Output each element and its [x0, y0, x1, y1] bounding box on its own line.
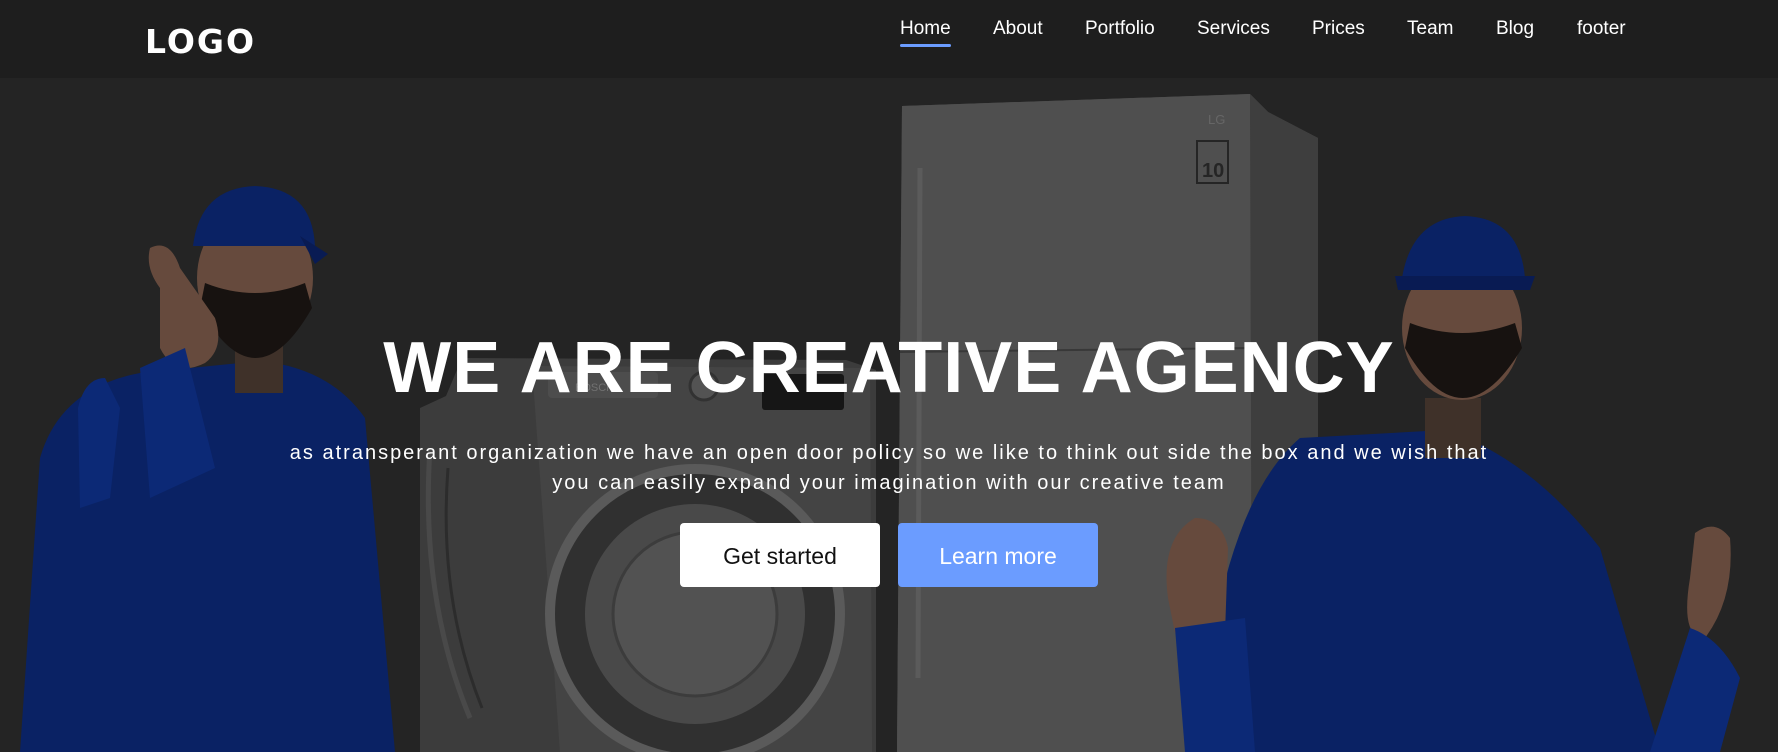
hero-dark-overlay	[0, 78, 1778, 752]
nav-item-about[interactable]: About	[993, 17, 1043, 41]
nav-item-prices[interactable]: Prices	[1312, 17, 1365, 41]
navbar: LOGO Home About Portfolio Services Price…	[0, 0, 1778, 78]
main-nav: Home About Portfolio Services Prices Tea…	[0, 0, 1778, 78]
nav-item-portfolio[interactable]: Portfolio	[1085, 17, 1155, 41]
get-started-button[interactable]: Get started	[680, 523, 880, 587]
nav-item-team[interactable]: Team	[1407, 17, 1453, 41]
nav-item-services[interactable]: Services	[1197, 17, 1270, 41]
nav-item-footer[interactable]: footer	[1577, 17, 1626, 41]
nav-item-home[interactable]: Home	[900, 17, 951, 47]
hero-section: LG 10 BOSCH WE ARE CREATIVE AGENCY as at…	[0, 78, 1778, 752]
hero-subtitle: as atransperant organization we have an …	[289, 442, 1489, 494]
hero-title: WE ARE CREATIVE AGENCY	[383, 328, 1395, 408]
learn-more-button[interactable]: Learn more	[898, 523, 1098, 587]
nav-item-blog[interactable]: Blog	[1496, 17, 1534, 41]
